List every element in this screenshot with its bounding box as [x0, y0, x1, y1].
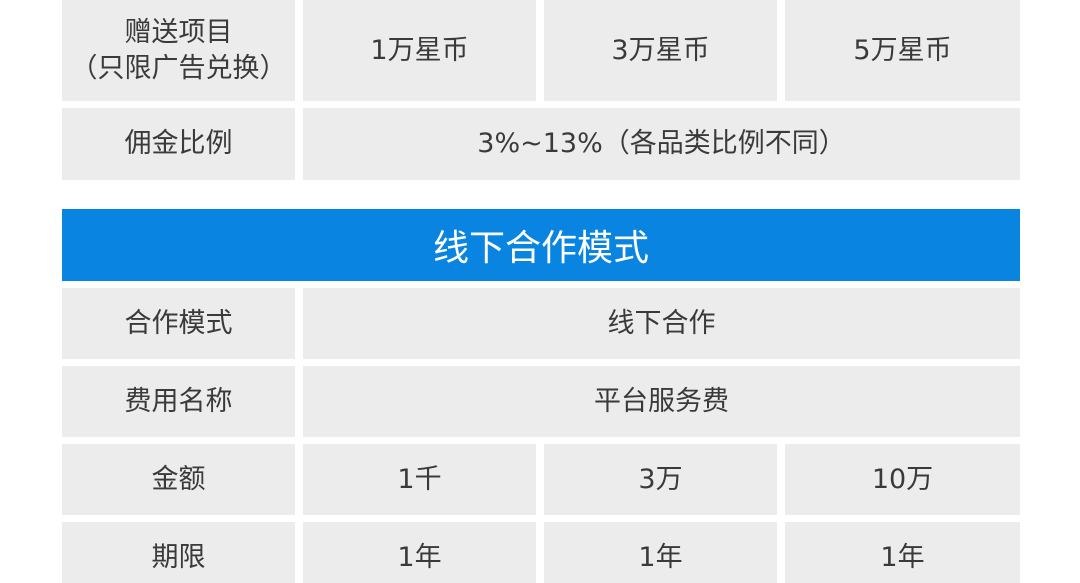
gift-value-1: 1万星币	[303, 0, 536, 101]
offline-section-title: 线下合作模式	[62, 209, 1020, 281]
gift-value-3: 5万星币	[785, 0, 1020, 101]
fee-name-value: 平台服务费	[303, 366, 1020, 437]
amount-label: 金额	[62, 444, 295, 515]
amount-value-3: 10万	[785, 444, 1020, 515]
offline-table: 合作模式 线下合作 费用名称 平台服务费 金额 1千 3万 10万 期限 1年 …	[62, 288, 1020, 583]
period-value-1: 1年	[303, 522, 536, 583]
cooperation-page: 赠送项目 （只限广告兑换） 1万星币 3万星币 5万星币 佣金比例 3%~13%…	[0, 0, 1080, 583]
period-label: 期限	[62, 522, 295, 583]
gift-table: 赠送项目 （只限广告兑换） 1万星币 3万星币 5万星币 佣金比例 3%~13%…	[62, 0, 1020, 180]
gift-label-line2: （只限广告兑换）	[70, 52, 287, 84]
commission-value: 3%~13%（各品类比例不同）	[303, 108, 1020, 180]
commission-label: 佣金比例	[62, 108, 295, 180]
amount-value-1: 1千	[303, 444, 536, 515]
gift-label-line1: 赠送项目	[124, 17, 233, 49]
gift-label-cell: 赠送项目 （只限广告兑换）	[62, 0, 295, 101]
period-value-2: 1年	[544, 522, 777, 583]
amount-value-2: 3万	[544, 444, 777, 515]
fee-name-label: 费用名称	[62, 366, 295, 437]
mode-label: 合作模式	[62, 288, 295, 359]
period-value-3: 1年	[785, 522, 1020, 583]
mode-value: 线下合作	[303, 288, 1020, 359]
gift-value-2: 3万星币	[544, 0, 777, 101]
